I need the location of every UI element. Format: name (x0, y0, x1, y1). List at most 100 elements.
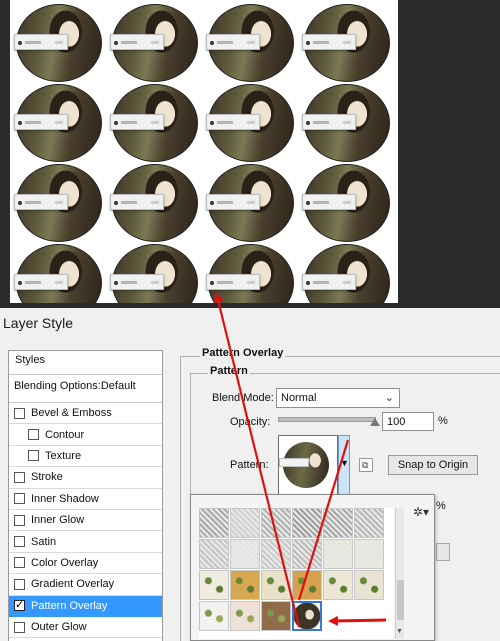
checkbox[interactable] (14, 578, 25, 590)
tile-mini-dialog (302, 274, 356, 290)
swatch-mini-dialog (279, 458, 309, 467)
style-item-texture[interactable]: Texture (9, 446, 162, 468)
pattern-preset[interactable] (230, 601, 260, 631)
style-item-label: Inner Glow (31, 514, 85, 527)
tile-mini-dialog (14, 114, 68, 130)
styles-header[interactable]: Styles (9, 351, 162, 375)
pattern-tile (206, 4, 296, 84)
style-item-pattern-overlay[interactable]: Pattern Overlay (9, 595, 162, 617)
opacity-input[interactable]: 100 (382, 412, 434, 431)
pattern-preset[interactable] (230, 539, 260, 569)
style-item-label: Stroke (31, 471, 63, 484)
checkbox[interactable] (14, 621, 25, 633)
style-item-stroke[interactable]: Stroke (9, 467, 162, 489)
chevron-down-icon: ⌄ (384, 392, 394, 404)
blend-mode-value: Normal (281, 392, 317, 404)
style-item-inner-glow[interactable]: Inner Glow (9, 510, 162, 532)
checkbox[interactable] (14, 557, 25, 569)
pattern-tile (302, 164, 392, 244)
tile-mini-dialog (110, 274, 164, 290)
pattern-preset[interactable] (292, 539, 322, 569)
new-preset-button[interactable]: ⧉ (359, 458, 373, 472)
pattern-preset[interactable] (230, 508, 260, 538)
style-item-inner-shadow[interactable]: Inner Shadow (9, 489, 162, 510)
pattern-tile (206, 84, 296, 164)
pattern-preset[interactable] (199, 539, 229, 569)
tile-mini-dialog (302, 114, 356, 130)
new-preset-icon: ⧉ (362, 460, 369, 470)
pattern-preset-selected[interactable] (292, 601, 322, 631)
checkbox[interactable] (14, 493, 25, 505)
layer-style-screenshot: Layer Style Styles Blending Options:Defa… (0, 0, 500, 641)
pattern-preset[interactable] (261, 601, 291, 631)
pattern-tile (14, 244, 104, 303)
checkbox[interactable] (14, 536, 25, 548)
percent-sign: % (438, 415, 448, 427)
style-item-bevel-emboss[interactable]: Bevel & Emboss (9, 403, 162, 425)
pattern-tile (302, 84, 392, 164)
checkbox[interactable] (28, 450, 39, 462)
pattern-tile (14, 4, 104, 84)
opacity-slider-thumb[interactable] (370, 418, 380, 426)
tile-mini-dialog (110, 114, 164, 130)
pattern-swatch[interactable] (278, 435, 338, 495)
style-item-label: Outer Glow (31, 621, 87, 634)
pattern-preset[interactable] (199, 570, 229, 600)
pattern-preset[interactable] (199, 601, 229, 631)
scrollbar-thumb[interactable] (397, 580, 404, 620)
checkbox[interactable] (28, 429, 39, 441)
pattern-tile (14, 84, 104, 164)
pattern-preset[interactable] (354, 508, 384, 538)
pattern-preset[interactable] (292, 508, 322, 538)
opacity-slider[interactable] (278, 417, 376, 422)
checkbox[interactable] (14, 471, 25, 483)
style-item-label: Texture (45, 449, 82, 462)
percent-sign-2: % (436, 500, 446, 512)
tile-mini-dialog (110, 194, 164, 210)
pattern-preset[interactable] (354, 570, 384, 600)
tile-mini-dialog (302, 34, 356, 50)
opacity-label: Opacity: (230, 416, 271, 428)
pattern-preset[interactable] (199, 508, 229, 538)
gear-icon[interactable]: ✲▾ (413, 505, 429, 519)
pattern-grid (199, 508, 394, 639)
scroll-down-icon[interactable]: ▼ (396, 628, 403, 635)
dialog-button-partial[interactable] (436, 543, 450, 561)
pattern-label: Pattern: (230, 459, 269, 471)
style-item-contour[interactable]: Contour (9, 424, 162, 446)
pattern-preset[interactable] (323, 508, 353, 538)
blend-mode-label: Blend Mode: (212, 392, 274, 404)
checkbox[interactable] (14, 598, 25, 612)
pattern-tile (206, 244, 296, 303)
pattern-preset[interactable] (261, 508, 291, 538)
tile-mini-dialog (110, 34, 164, 50)
pattern-preset[interactable] (230, 570, 260, 600)
pattern-tile (206, 164, 296, 244)
pattern-preset[interactable] (292, 570, 322, 600)
pattern-tile (110, 164, 200, 244)
tile-mini-dialog (14, 34, 68, 50)
style-item-satin[interactable]: Satin (9, 531, 162, 553)
pattern-preset[interactable] (323, 539, 353, 569)
tile-mini-dialog (302, 194, 356, 210)
tile-mini-dialog (206, 34, 260, 50)
blending-options-item[interactable]: Blending Options:Default (9, 375, 162, 403)
styles-list: Styles Blending Options:Default Bevel & … (8, 350, 163, 641)
style-item-color-overlay[interactable]: Color Overlay (9, 553, 162, 575)
picker-scrollbar[interactable]: ▼ (395, 508, 404, 639)
style-item-label: Contour (45, 428, 85, 441)
tile-mini-dialog (14, 194, 68, 210)
style-item-gradient-overlay[interactable]: Gradient Overlay (9, 574, 162, 596)
pattern-preset[interactable] (261, 570, 291, 600)
document-window (0, 0, 500, 308)
style-item-outer-glow[interactable]: Outer Glow (9, 617, 162, 639)
pattern-tile (302, 244, 392, 303)
pattern-preset[interactable] (354, 539, 384, 569)
pattern-preset[interactable] (261, 539, 291, 569)
checkbox[interactable] (14, 407, 25, 419)
checkbox[interactable] (14, 514, 25, 526)
blend-mode-select[interactable]: Normal ⌄ (276, 388, 400, 408)
pattern-picker-dropdown[interactable]: ▼ (338, 435, 350, 495)
snap-to-origin-button[interactable]: Snap to Origin (388, 455, 478, 475)
pattern-preset[interactable] (323, 570, 353, 600)
